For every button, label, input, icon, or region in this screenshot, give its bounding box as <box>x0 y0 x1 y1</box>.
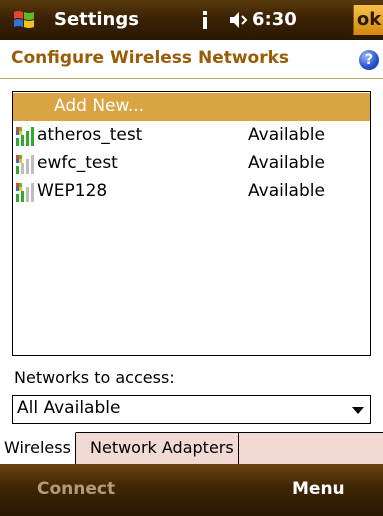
networks-access-label: Networks to access: <box>14 368 175 387</box>
add-new-label: Add New... <box>54 96 145 116</box>
network-list[interactable]: Add New... atheros_test Available ewfc_t… <box>12 91 371 356</box>
title-bar: Settings 6:30 ok <box>0 0 383 40</box>
help-icon[interactable]: ? <box>359 50 379 70</box>
ok-button[interactable]: ok <box>353 5 383 35</box>
network-name: WEP128 <box>37 181 108 201</box>
connect-softkey[interactable]: Connect <box>37 479 115 499</box>
tab-wireless[interactable]: Wireless <box>0 432 76 465</box>
connectivity-icon[interactable] <box>200 10 210 30</box>
volume-icon[interactable] <box>228 10 250 30</box>
network-status: Available <box>248 125 325 145</box>
dropdown-value: All Available <box>17 398 121 418</box>
network-name: ewfc_test <box>37 153 118 173</box>
menu-softkey[interactable]: Menu <box>292 479 345 499</box>
network-name: atheros_test <box>37 125 143 145</box>
wireless-signal-icon <box>16 127 34 146</box>
network-status: Available <box>248 153 325 173</box>
wireless-signal-icon <box>16 155 34 174</box>
tab-network-adapters[interactable]: Network Adapters <box>86 433 239 464</box>
windows-start-icon[interactable] <box>12 8 36 32</box>
chevron-down-icon[interactable] <box>352 407 364 414</box>
softkey-bar: Connect Menu <box>0 464 383 516</box>
wireless-signal-icon <box>16 183 34 202</box>
page-title: Configure Wireless Networks <box>11 48 290 68</box>
list-item-add-new[interactable]: Add New... <box>13 93 370 121</box>
network-status: Available <box>248 181 325 201</box>
clock[interactable]: 6:30 <box>252 9 297 30</box>
tab-strip: Wireless Network Adapters <box>0 432 383 465</box>
list-item-network[interactable]: atheros_test Available <box>13 122 370 150</box>
list-item-network[interactable]: WEP128 Available <box>13 178 370 206</box>
page-header: Configure Wireless Networks ? <box>0 40 383 79</box>
list-item-network[interactable]: ewfc_test Available <box>13 150 370 178</box>
app-title[interactable]: Settings <box>54 9 139 30</box>
networks-access-dropdown[interactable]: All Available <box>12 395 371 424</box>
